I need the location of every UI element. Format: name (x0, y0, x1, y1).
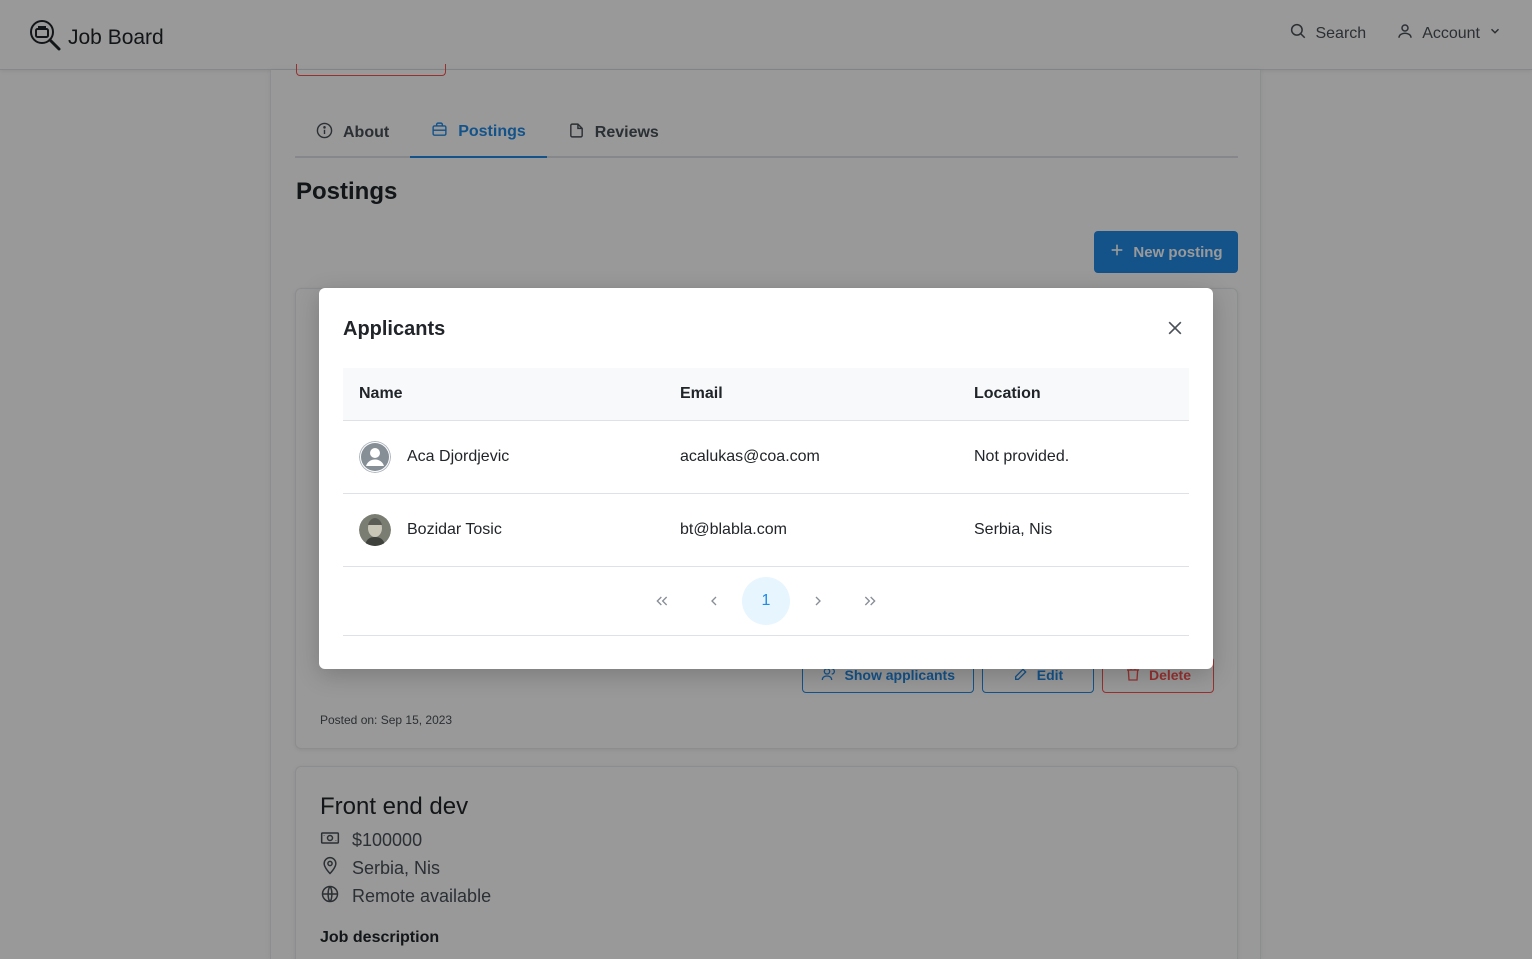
column-header-location: Location (974, 385, 1041, 402)
applicant-name: Aca Djordjevic (407, 448, 510, 465)
applicant-name-cell: Aca Djordjevic (343, 441, 664, 473)
applicants-modal: Applicants Name Email Location Aca Djord… (319, 288, 1213, 669)
avatar (359, 514, 391, 546)
close-icon[interactable] (1165, 318, 1185, 338)
applicant-name-cell: Bozidar Tosic (343, 514, 664, 546)
last-page-icon[interactable] (846, 577, 894, 625)
page-button-current[interactable]: 1 (742, 577, 790, 625)
next-page-icon[interactable] (794, 577, 842, 625)
applicants-table: Name Email Location Aca Djordjevic acalu… (343, 368, 1189, 636)
applicant-name: Bozidar Tosic (407, 521, 502, 538)
previous-page-icon[interactable] (690, 577, 738, 625)
pagination: 1 (343, 567, 1189, 636)
applicant-email: acalukas@coa.com (680, 448, 820, 465)
table-header: Name Email Location (343, 368, 1189, 421)
first-page-icon[interactable] (638, 577, 686, 625)
table-row: Aca Djordjevic acalukas@coa.com Not prov… (343, 421, 1189, 494)
applicant-location: Serbia, Nis (974, 521, 1053, 538)
column-header-email: Email (680, 385, 723, 402)
column-header-name: Name (359, 385, 403, 402)
default-avatar-icon (359, 441, 391, 473)
applicant-email: bt@blabla.com (680, 521, 787, 538)
modal-title: Applicants (343, 318, 446, 340)
table-row: Bozidar Tosic bt@blabla.com Serbia, Nis (343, 494, 1189, 567)
applicant-location: Not provided. (974, 448, 1070, 465)
